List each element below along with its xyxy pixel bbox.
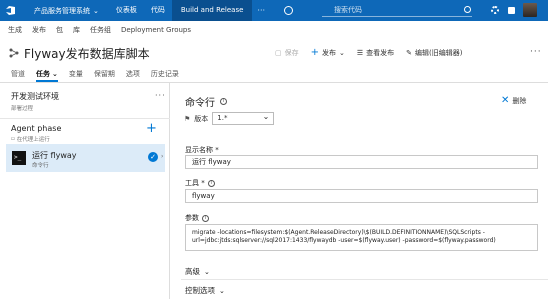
save-button[interactable]: ▢ 保存 <box>275 48 299 58</box>
task-editor-title: 命令行 <box>185 98 215 109</box>
info-icon[interactable]: i <box>207 179 215 187</box>
save-icon: ▢ <box>275 48 282 57</box>
nav-code[interactable]: 代码 <box>144 0 172 21</box>
project-name: 产品服务管理系统 <box>34 6 90 15</box>
release-label: 发布 <box>322 48 337 57</box>
view-releases-button[interactable]: ☰ 查看发布 <box>357 48 394 58</box>
top-navigation-bar: 产品服务管理系统 ⌄ 仪表板 代码 Build and Release ··· … <box>0 0 548 21</box>
process-panel: 开发测试环境 部署过程 ··· Agent phase ▫ 在代理上运行 + >… <box>0 83 170 299</box>
environment-subtitle: 部署过程 <box>11 106 34 112</box>
chevron-down-icon: ⌄ <box>52 70 58 78</box>
pencil-icon: ✎ <box>406 48 413 57</box>
divider <box>0 118 170 119</box>
remove-task-button[interactable]: ✕ 删除 <box>501 95 526 106</box>
command-line-icon: >_ <box>12 151 26 165</box>
environment-header[interactable]: 开发测试环境 部署过程 <box>11 91 59 112</box>
sub-navigation: 生成 发布 包 库 任务组 Deployment Groups <box>0 21 548 38</box>
tab-options[interactable]: 选项 <box>126 67 140 81</box>
add-task-button[interactable]: + <box>146 121 157 136</box>
arguments-textarea[interactable]: migrate -locations=filesystem:$(Agent.Re… <box>185 224 538 251</box>
project-selector[interactable]: 产品服务管理系统 ⌄ <box>34 6 99 16</box>
edit-old-editor-label: 编辑(旧编辑器) <box>415 48 463 57</box>
display-name-label: 显示名称 * <box>185 146 219 154</box>
definition-header: Flyway发布数据库脚本 ▢ 保存 + 发布 ⌄ ☰ 查看发布 ✎ 编辑(旧编… <box>0 43 548 63</box>
version-flag-icon: ⚑ <box>184 114 191 123</box>
search-icon[interactable] <box>464 6 471 13</box>
tab-tasks-label: 任务 <box>36 70 50 78</box>
chevron-down-icon: ⌄ <box>204 267 210 276</box>
chevron-down-icon: ⌄ <box>339 48 345 57</box>
nav-dashboard[interactable]: 仪表板 <box>109 0 144 21</box>
advanced-label: 高级 <box>185 267 200 276</box>
chevron-down-icon: ⌄ <box>219 286 225 295</box>
task-editor: 命令行 i ✕ 删除 ⚑ 版本 1.* 显示名称 * 运行 flyway 工具 … <box>171 83 548 299</box>
tab-history[interactable]: 历史记录 <box>151 67 179 81</box>
info-icon[interactable]: i <box>202 214 209 222</box>
gear-icon[interactable] <box>491 6 499 14</box>
arguments-label: 参数 <box>185 214 199 222</box>
display-name-input[interactable]: 运行 flyway <box>185 155 538 169</box>
remove-label: 删除 <box>512 96 527 105</box>
search-input[interactable]: 搜索代码 <box>322 4 472 17</box>
globe-icon[interactable] <box>284 6 294 15</box>
version-label: 版本 <box>194 114 209 123</box>
release-definition-icon <box>9 48 19 58</box>
agent-phase-name: Agent phase <box>11 124 62 133</box>
environment-name: 开发测试环境 <box>11 92 59 101</box>
subnav-build[interactable]: 生成 <box>8 25 22 35</box>
plus-icon: + <box>310 47 320 58</box>
edit-old-editor-button[interactable]: ✎ 编辑(旧编辑器) <box>406 48 462 58</box>
tool-label: 工具 * <box>185 179 205 187</box>
enabled-check-icon: ✓ <box>148 152 158 162</box>
list-icon: ☰ <box>356 48 364 57</box>
marketplace-bag-icon[interactable] <box>508 7 515 14</box>
more-dots-icon[interactable]: ··· <box>252 6 270 15</box>
chevron-down-icon: ⌄ <box>93 6 99 15</box>
definition-tabs: 管道 任务 ⌄ 变量 保留期 选项 历史记录 <box>0 67 548 82</box>
agent-phase-subtitle: 在代理上运行 <box>16 137 50 143</box>
page-title: Flyway发布数据库脚本 <box>24 47 150 61</box>
divider <box>181 279 548 280</box>
subnav-packages[interactable]: 包 <box>56 25 63 35</box>
control-options-toggle[interactable]: 控制选项 ⌄ <box>185 285 225 296</box>
advanced-section-toggle[interactable]: 高级 ⌄ <box>185 266 210 277</box>
nav-build-and-release[interactable]: Build and Release <box>171 0 253 21</box>
close-icon: ✕ <box>501 95 510 106</box>
info-icon[interactable]: i <box>220 98 227 105</box>
task-type: 命令行 <box>32 163 49 169</box>
tab-variables[interactable]: 变量 <box>69 67 83 81</box>
agent-phase[interactable]: Agent phase ▫ 在代理上运行 <box>11 124 61 143</box>
subnav-library[interactable]: 库 <box>73 25 80 35</box>
tab-pipeline[interactable]: 管道 <box>11 67 25 81</box>
tab-tasks[interactable]: 任务 ⌄ <box>36 67 58 82</box>
view-releases-label: 查看发布 <box>366 48 395 57</box>
save-label: 保存 <box>284 48 299 57</box>
release-button[interactable]: + 发布 ⌄ <box>311 47 345 58</box>
tool-input[interactable]: flyway <box>185 189 538 203</box>
vsts-logo-icon[interactable] <box>0 0 20 21</box>
chevron-right-icon: › <box>161 153 164 160</box>
subnav-release[interactable]: 发布 <box>32 25 46 35</box>
tab-retention[interactable]: 保留期 <box>94 67 115 81</box>
avatar[interactable] <box>523 3 537 17</box>
more-actions-icon[interactable]: ··· <box>530 47 542 57</box>
task-name: 运行 flyway <box>32 151 77 160</box>
subnav-task-groups[interactable]: 任务组 <box>90 25 111 35</box>
environment-more-icon[interactable]: ··· <box>155 91 166 100</box>
task-item-run-flyway[interactable]: >_ 运行 flyway 命令行 ✓ › <box>6 144 165 172</box>
agent-icon: ▫ <box>11 136 15 142</box>
control-options-label: 控制选项 <box>185 286 215 295</box>
subnav-deployment-groups[interactable]: Deployment Groups <box>121 26 191 34</box>
version-select[interactable]: 1.* <box>212 111 275 125</box>
